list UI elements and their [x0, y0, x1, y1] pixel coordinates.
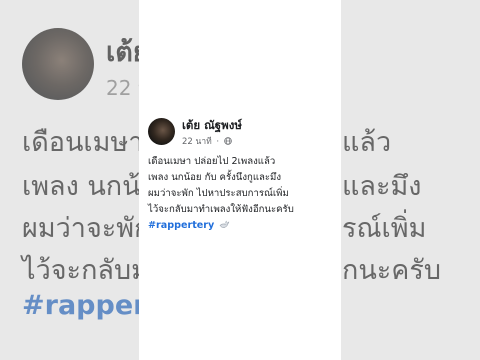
dove-icon: [219, 220, 230, 228]
post-hashtag-line: #rappertery: [148, 218, 338, 234]
post-line-4: ไว้จะกลับมาทำเพลงให้ฟังอีกนะครับ: [148, 204, 294, 215]
post-card: เต้ย ณัฐพงษ์ 22 นาที · เดือนเมษา ปล่อยไป…: [139, 108, 341, 268]
post-timestamp[interactable]: 22 นาที: [182, 137, 212, 147]
author-avatar[interactable]: [148, 118, 175, 145]
meta-separator: ·: [216, 137, 220, 147]
post-line-1: เดือนเมษา ปล่อยไป 2เพลงแล้ว: [148, 156, 276, 167]
post-line-3: ผมว่าจะพัก ไปหาประสบการณ์เพิ่ม: [148, 188, 289, 199]
author-name[interactable]: เต้ย ณัฐพงษ์: [182, 117, 242, 135]
center-panel: เต้ย ณัฐพงษ์ 22 นาที · เดือนเมษา ปล่อยไป…: [139, 0, 341, 360]
post-body: เดือนเมษา ปล่อยไป 2เพลงแล้ว เพลง นกน้อย …: [148, 154, 338, 234]
hashtag-link[interactable]: #rappertery: [148, 220, 214, 231]
post-line-2: เพลง นกน้อย กับ ครั้งนึงกูและมึง: [148, 172, 282, 183]
globe-icon[interactable]: [224, 137, 232, 145]
post-meta: 22 นาที ·: [182, 134, 232, 148]
